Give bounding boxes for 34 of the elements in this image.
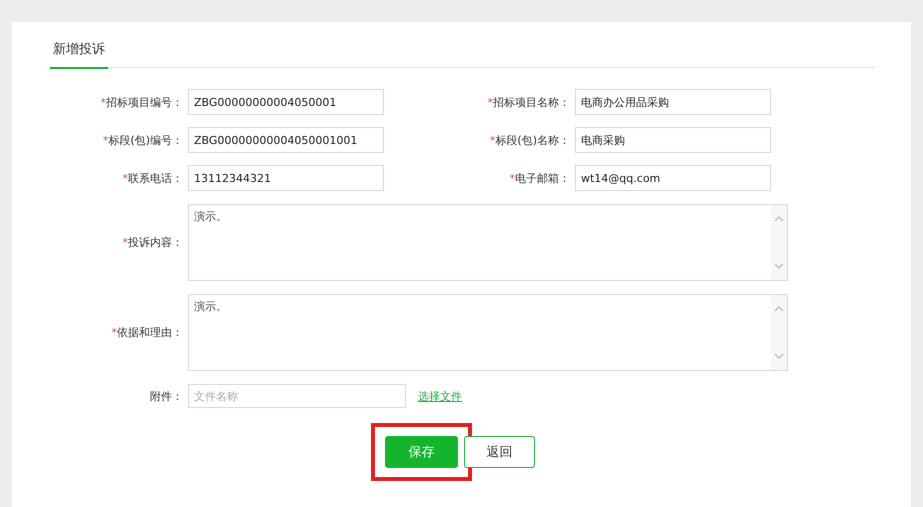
scrollbar[interactable]: [771, 205, 787, 280]
scroll-up-icon[interactable]: [774, 215, 784, 222]
required-mark: *: [100, 96, 106, 108]
required-mark: *: [122, 236, 128, 249]
input-field[interactable]: wt14@qq.com: [575, 165, 771, 191]
required-mark: *: [102, 134, 108, 146]
file-name-field[interactable]: 文件名称: [188, 384, 406, 408]
scroll-down-icon[interactable]: [774, 263, 784, 270]
field-label: *招标项目名称：: [486, 94, 571, 110]
back-button[interactable]: 返回: [464, 436, 535, 468]
form-tab[interactable]: 新增投诉: [50, 36, 108, 69]
scroll-up-icon[interactable]: [774, 305, 784, 312]
text-area[interactable]: 演示。: [188, 294, 788, 371]
field-label: *依据和理由：: [110, 325, 184, 340]
field-label: *招标项目编号：: [100, 94, 184, 110]
input-field[interactable]: ZBG00000000004050001001: [188, 127, 384, 153]
input-field[interactable]: 13112344321: [188, 165, 384, 191]
input-field[interactable]: ZBG00000000004050001: [188, 89, 384, 115]
input-field[interactable]: 电商办公用品采购: [575, 89, 771, 115]
text-area[interactable]: 演示。: [188, 204, 788, 281]
required-mark: *: [488, 96, 493, 108]
field-label: 附件：: [149, 388, 184, 404]
field-label: *标段(包)编号：: [102, 132, 184, 148]
input-field[interactable]: 电商采购: [575, 127, 771, 153]
scrollbar[interactable]: [771, 295, 787, 370]
field-label: *投诉内容：: [122, 235, 184, 250]
field-label: *联系电话：: [122, 170, 184, 186]
scroll-down-icon[interactable]: [774, 353, 784, 360]
required-mark: *: [510, 172, 515, 184]
required-mark: *: [112, 326, 117, 339]
required-mark: *: [490, 134, 496, 146]
field-label: *电子邮箱：: [508, 170, 571, 186]
field-label: *标段(包)名称：: [488, 132, 571, 148]
required-mark: *: [122, 172, 128, 184]
